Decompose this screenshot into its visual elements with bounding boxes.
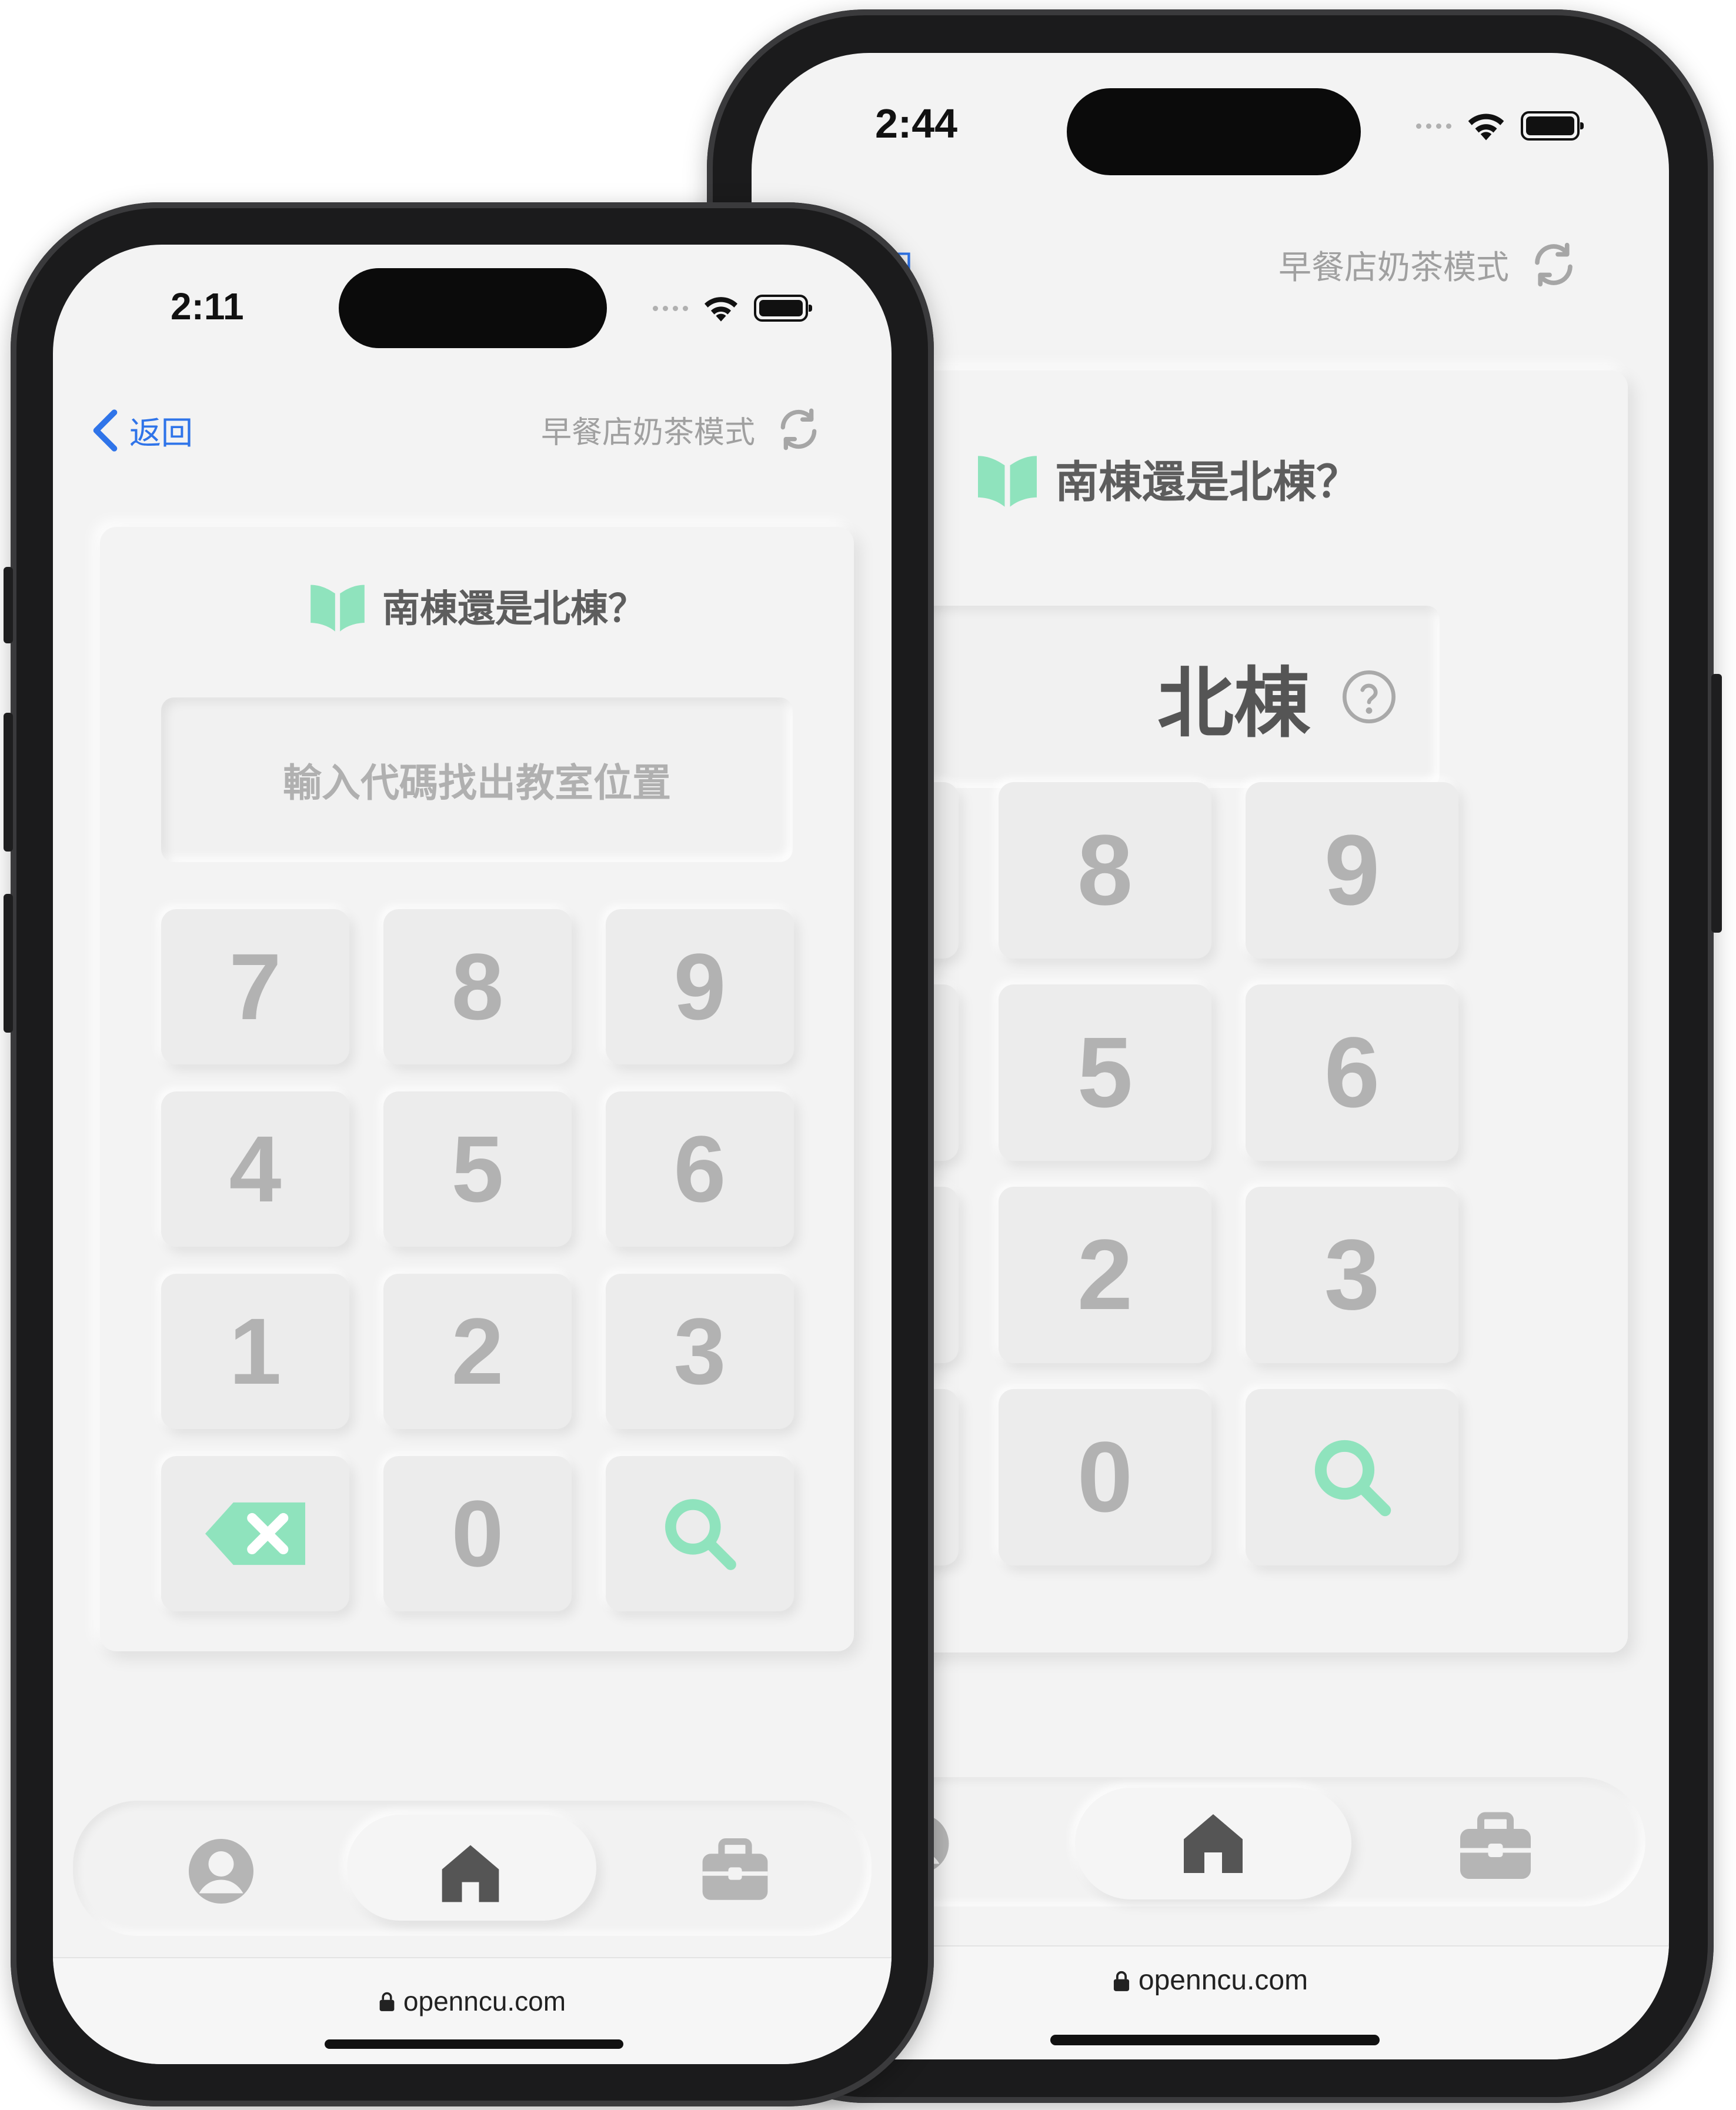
card-title: 南棟還是北棟？ xyxy=(100,579,854,633)
refresh-icon xyxy=(780,408,817,450)
result-text: 北棟 xyxy=(1157,659,1310,748)
search-icon xyxy=(665,1499,736,1570)
status-time: 2:44 xyxy=(875,101,958,146)
left-phone-screen: 2:11 返回 早餐店奶茶模式 南棟還是北棟？ 輸入代碼找出教室位置 7 8 9… xyxy=(53,245,892,2064)
key-9[interactable]: 9 xyxy=(1246,782,1458,959)
key-3[interactable]: 3 xyxy=(606,1274,794,1429)
status-icons xyxy=(1416,111,1584,141)
mode-switch[interactable]: 早餐店奶茶模式 xyxy=(1278,240,1578,289)
input-placeholder: 輸入代碼找出教室位置 xyxy=(283,760,671,806)
search-key[interactable] xyxy=(606,1456,794,1611)
url-field[interactable]: openncu.com xyxy=(53,1985,892,2017)
key-3[interactable]: 3 xyxy=(1246,1187,1458,1363)
volume-up-button xyxy=(4,713,13,852)
card-title-text: 南棟還是北棟？ xyxy=(382,587,646,631)
room-code-input[interactable]: 輸入代碼找出教室位置 xyxy=(161,697,793,862)
status-icons xyxy=(653,294,812,322)
key-5[interactable]: 5 xyxy=(383,1091,572,1247)
battery-icon xyxy=(1521,111,1584,141)
search-key[interactable] xyxy=(1246,1389,1458,1565)
key-1[interactable]: 1 xyxy=(161,1274,349,1429)
book-open-icon xyxy=(978,455,1037,507)
backspace-icon xyxy=(205,1502,305,1565)
left-phone: 2:11 返回 早餐店奶茶模式 南棟還是北棟？ 輸入代碼找出教室位置 7 8 9… xyxy=(4,202,934,2106)
room-lookup-card: 南棟還是北棟？ 輸入代碼找出教室位置 7 8 9 4 5 6 1 2 3 0 xyxy=(100,527,854,1651)
user-icon[interactable] xyxy=(186,1836,256,1907)
toolbox-icon[interactable] xyxy=(1457,1811,1534,1882)
chevron-left-icon xyxy=(93,409,118,452)
key-2[interactable]: 2 xyxy=(999,1187,1211,1363)
dynamic-island xyxy=(1067,88,1361,175)
url-text: openncu.com xyxy=(1138,1965,1308,1996)
key-6[interactable]: 6 xyxy=(1246,984,1458,1161)
key-2[interactable]: 2 xyxy=(383,1274,572,1429)
back-label: 返回 xyxy=(129,415,193,452)
help-circle-icon[interactable] xyxy=(1340,667,1398,726)
status-time: 2:11 xyxy=(171,285,244,328)
signal-dots-icon xyxy=(1416,123,1451,129)
key-0[interactable]: 0 xyxy=(383,1456,572,1611)
backspace-key[interactable] xyxy=(161,1456,349,1611)
lock-icon xyxy=(1113,1971,1129,1991)
key-6[interactable]: 6 xyxy=(606,1091,794,1247)
toolbox-icon[interactable] xyxy=(700,1837,770,1903)
mode-switch[interactable]: 早餐店奶茶模式 xyxy=(541,406,822,453)
volume-down-button xyxy=(4,894,13,1033)
key-0[interactable]: 0 xyxy=(999,1389,1211,1565)
search-icon xyxy=(1314,1440,1391,1517)
card-title-text: 南棟還是北棟？ xyxy=(1055,457,1360,508)
battery-icon xyxy=(754,295,812,322)
url-text: openncu.com xyxy=(403,1986,566,2016)
refresh-icon xyxy=(1535,242,1573,287)
home-indicator xyxy=(1050,2035,1380,2045)
home-icon xyxy=(1184,1814,1243,1873)
action-button xyxy=(4,567,13,643)
wifi-icon xyxy=(705,297,737,322)
key-4[interactable]: 4 xyxy=(161,1091,349,1247)
lock-icon xyxy=(379,1992,395,2011)
key-9[interactable]: 9 xyxy=(606,909,794,1064)
key-7[interactable]: 7 xyxy=(161,909,349,1064)
key-8[interactable]: 8 xyxy=(383,909,572,1064)
side-button xyxy=(1711,674,1722,933)
signal-dots-icon xyxy=(653,305,688,311)
wifi-icon xyxy=(1468,113,1504,141)
home-icon xyxy=(442,1845,499,1902)
back-button[interactable]: 返回 xyxy=(92,407,193,453)
room-lookup-card: 南棟還是北棟？ 北棟 7 8 9 4 5 6 1 2 3 xyxy=(752,370,1628,1652)
key-5[interactable]: 5 xyxy=(999,984,1211,1161)
home-indicator xyxy=(325,2039,623,2049)
mode-label: 早餐店奶茶模式 xyxy=(541,415,756,450)
key-8[interactable]: 8 xyxy=(999,782,1211,959)
card-title: 南棟還是北棟？ xyxy=(975,447,1360,510)
mode-label: 早餐店奶茶模式 xyxy=(1278,248,1509,287)
dynamic-island xyxy=(339,268,607,348)
book-open-icon xyxy=(311,585,365,632)
